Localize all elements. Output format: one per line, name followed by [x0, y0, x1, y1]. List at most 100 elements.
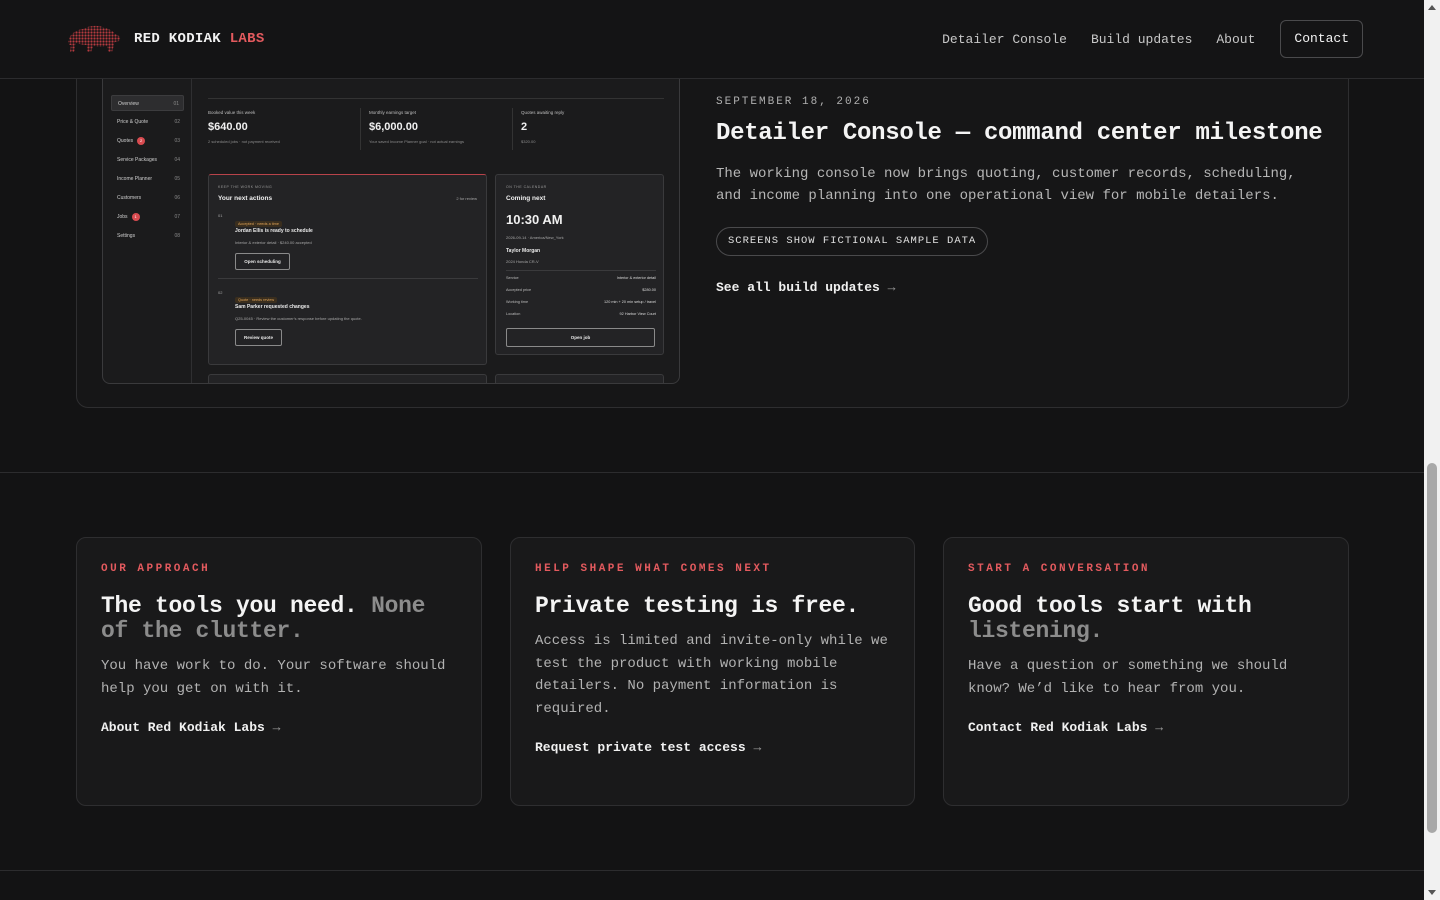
approach-title: The tools you need. None of the clutter. [101, 594, 457, 644]
screenshot-sidebar-item: Overview 01 [111, 95, 184, 111]
actions-title: Your next actions [218, 195, 273, 202]
action-title: Jordan Ellis is ready to schedule [235, 228, 313, 234]
calendar-time: 10:30 AM [506, 212, 563, 227]
arrow-right-icon: → [887, 280, 896, 295]
screenshot-sidebar-count: 07 [174, 214, 180, 220]
sample-data-pill: SCREENS SHOW FICTIONAL SAMPLE DATA [716, 227, 989, 256]
scroll-down-icon[interactable] [1428, 890, 1436, 895]
screenshot-sidebar-count: 04 [174, 157, 180, 163]
conversation-title-main: Good tools start with [968, 593, 1252, 619]
screenshot-sidebar-label: Jobs [117, 214, 128, 220]
bear-logo-icon [68, 25, 121, 52]
contact-link-label: Contact Red Kodiak Labs [968, 720, 1148, 735]
see-all-build-updates-link[interactable]: See all build updates → [716, 280, 895, 295]
screenshot-calendar-panel: ON THE CALENDAR Coming next 10:30 AM 202… [495, 174, 664, 355]
screenshot-stat-divider [360, 108, 361, 150]
screenshot-sidebar-label: Settings [117, 233, 136, 239]
calendar-vehicle: 2024 Honda CR-V [506, 259, 539, 264]
section-divider [0, 472, 1424, 473]
screenshot-sidebar-item: Price & Quote 02 [111, 114, 184, 130]
screenshot-sidebar-badge: 2 [137, 136, 146, 145]
arrow-right-icon: → [753, 740, 762, 755]
screenshot-stat-divider [512, 108, 513, 150]
screenshot-sidebar-label: Price & Quote [117, 119, 149, 125]
nav-build-updates[interactable]: Build updates [1091, 32, 1192, 47]
contact-button[interactable]: Contact [1280, 20, 1363, 58]
screenshot-sidebar-item: Settings 08 [111, 228, 184, 244]
screenshot-sidebar-item: Quotes 2 03 [111, 133, 184, 149]
action-tag-label: Quote · needs review [235, 297, 278, 303]
brand-logo-link[interactable]: RED KODIAK LABS [66, 22, 265, 56]
calendar-row: Accepted price $280.00 [506, 288, 656, 292]
nav-detailer-console[interactable]: Detailer Console [942, 32, 1067, 47]
update-description: The working console now brings quoting, … [716, 166, 1296, 204]
calendar-date: 2026-09-14 · America/New_York [506, 235, 564, 240]
scroll-up-icon[interactable] [1428, 5, 1436, 10]
conversation-card: START A CONVERSATION Good tools start wi… [943, 537, 1349, 806]
footer-divider [0, 870, 1424, 871]
calendar-row: Location 92 Harbor View Court [506, 312, 656, 316]
screenshot-sidebar-label: Customers [117, 195, 142, 201]
site-header: RED KODIAK LABS Detailer Console Build u… [0, 0, 1424, 79]
brand-name: RED KODIAK LABS [134, 31, 265, 47]
action-detail: Q25-0045 · Review the customer's respons… [235, 316, 362, 321]
screenshot-stat: Booked value this week $640.00 2 schedul… [208, 110, 280, 144]
request-access-label: Request private test access [535, 740, 746, 755]
scrollbar-thumb[interactable] [1427, 463, 1437, 833]
review-quote-button: Review quote [235, 329, 282, 346]
open-job-button: Open job [506, 328, 655, 347]
arrow-right-icon: → [272, 720, 281, 735]
calendar-row: Working time 120 min + 20 min setup / tra… [506, 300, 656, 304]
calendar-eyebrow: ON THE CALENDAR [506, 185, 547, 189]
screenshot-actions-panel: KEEP THE WORK MOVING Your next actions 2… [208, 174, 487, 365]
approach-body: You have work to do. Your software shoul… [101, 658, 446, 697]
page-scrollbar[interactable] [1424, 0, 1440, 900]
action-title: Sam Parker requested changes [235, 304, 310, 310]
screenshot-sidebar-count: 05 [174, 176, 180, 182]
screenshot-sidebar-count: 06 [174, 195, 180, 201]
conversation-eyebrow: START A CONVERSATION [968, 563, 1151, 575]
brand-name-white: RED KODIAK [134, 31, 222, 47]
action-number: 02 [218, 290, 223, 295]
calendar-title: Coming next [506, 195, 546, 202]
screenshot-stat-label: Monthly earnings target [369, 110, 417, 115]
calendar-row: Service Interior & exterior detail [506, 276, 656, 280]
request-access-link[interactable]: Request private test access → [535, 740, 890, 755]
screenshot-main: Monday, September 14 · 1 job today Booke… [208, 52, 668, 383]
private-testing-card: HELP SHAPE WHAT COMES NEXT Private testi… [510, 537, 915, 806]
calendar-row-value: 92 Harbor View Court [619, 312, 656, 316]
screenshot-sidebar-item: Income Planner 05 [111, 171, 184, 187]
screenshot-stat-sub: Your saved Income Planner goal · not act… [369, 139, 465, 144]
about-link[interactable]: About Red Kodiak Labs → [101, 720, 457, 735]
main-nav: Detailer Console Build updates About Con… [918, 20, 1363, 58]
screenshot-panel-partial [495, 374, 664, 383]
approach-eyebrow: OUR APPROACH [101, 563, 211, 575]
contact-link[interactable]: Contact Red Kodiak Labs → [968, 720, 1324, 735]
console-screenshot: Overview 01 Price & Quote 02 Quotes 2 03 Ser… [102, 51, 680, 384]
screenshot-stat-sub: 2 scheduled jobs · not payment received [208, 139, 280, 144]
nav-about[interactable]: About [1216, 32, 1255, 47]
actions-divider [218, 278, 478, 279]
screenshot-stat-label: Booked value this week [208, 110, 256, 115]
action-tag-label: Accepted · needs a time [235, 221, 282, 227]
screenshot-sidebar-label: Overview [118, 101, 139, 107]
conversation-title: Good tools start with listening. [968, 594, 1324, 644]
build-update-feature-card: Overview 01 Price & Quote 02 Quotes 2 03 Ser… [76, 40, 1349, 408]
screenshot-stat: Monthly earnings target $6,000.00 Your s… [369, 110, 464, 144]
screenshot-sidebar-badge: 1 [131, 212, 140, 221]
calendar-row-value: 120 min + 20 min setup / travel [603, 300, 656, 304]
screenshot-stat-label: Quotes awaiting reply [521, 110, 565, 115]
action-number: 01 [218, 213, 223, 218]
approach-card: OUR APPROACH The tools you need. None of… [76, 537, 482, 806]
calendar-row-value: Interior & exterior detail [616, 276, 656, 280]
screenshot-sidebar-label: Service Packages [117, 157, 158, 163]
screenshot-sidebar-count: 02 [174, 119, 180, 125]
actions-meta: 2 for review [456, 196, 477, 201]
screenshot-sidebar-item: Service Packages 04 [111, 152, 184, 168]
screenshot-sidebar: Overview 01 Price & Quote 02 Quotes 2 03 Ser… [103, 52, 192, 383]
approach-title-main: The tools you need. [101, 593, 358, 619]
arrow-right-icon: → [1155, 720, 1164, 735]
calendar-row-value: $280.00 [642, 288, 656, 292]
calendar-row-key: Accepted price [506, 288, 532, 292]
action-detail: Interior & exterior detail · $240.00 acc… [235, 240, 312, 245]
